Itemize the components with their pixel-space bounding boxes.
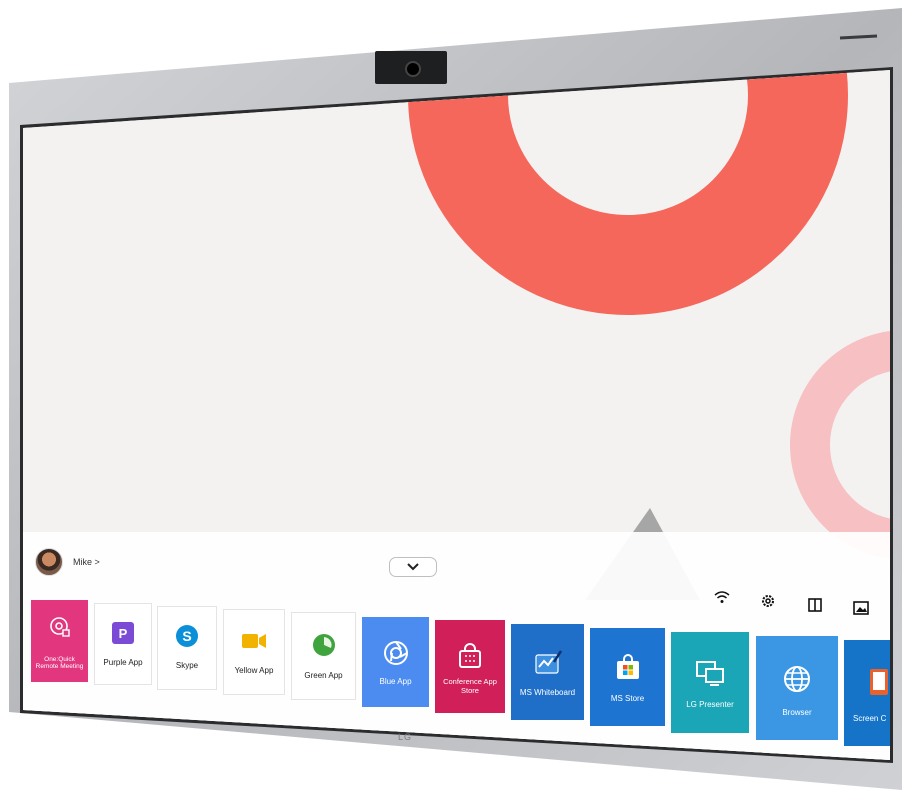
picture-button[interactable]	[852, 599, 870, 617]
bezel-brand-logo: LG	[398, 732, 413, 742]
wifi-icon	[714, 591, 730, 603]
blue-app-icon	[383, 641, 408, 665]
app-tile-purple[interactable]: P Purple App	[94, 603, 152, 685]
screen-share-icon	[870, 669, 888, 695]
globe-icon	[784, 666, 810, 692]
app-label: Browser	[782, 708, 812, 717]
picture-icon	[853, 601, 869, 615]
app-label: Conference App Store	[443, 677, 497, 695]
settings-button[interactable]	[759, 592, 777, 610]
expand-button[interactable]	[389, 557, 437, 577]
app-tile-ms-store[interactable]: MS Store	[590, 628, 665, 726]
app-label: MS Store	[610, 694, 645, 703]
app-tile-lg-presenter[interactable]: LG Presenter	[671, 632, 749, 733]
app-tile-ms-whiteboard[interactable]: MS Whiteboard	[511, 624, 584, 720]
purple-app-icon: P	[112, 622, 134, 644]
whiteboard-icon	[534, 650, 562, 674]
user-profile[interactable]: Mike >	[35, 548, 100, 576]
app-tile-conference-store[interactable]: Conference App Store	[435, 620, 505, 713]
user-name: Mike >	[73, 557, 100, 567]
webcam	[375, 51, 447, 84]
app-label: One:Quick Remote Meeting	[35, 656, 84, 671]
app-label: Purple App	[103, 658, 143, 667]
chevron-down-icon	[407, 563, 419, 571]
app-label: Blue App	[379, 677, 412, 686]
app-tile-skype[interactable]: S Skype	[157, 606, 217, 690]
app-tile-blue[interactable]: Blue App	[362, 617, 429, 707]
presenter-icon	[696, 661, 724, 686]
green-app-icon	[312, 634, 335, 656]
split-screen-icon	[808, 598, 822, 612]
yellow-app-icon	[242, 634, 266, 648]
app-label: Yellow App	[234, 666, 274, 675]
skype-icon: S	[176, 625, 198, 647]
app-label: LG Presenter	[686, 700, 734, 709]
split-screen-button[interactable]	[806, 596, 824, 614]
ms-store-icon	[616, 654, 639, 679]
settings-icon	[762, 595, 774, 607]
app-label: Green App	[304, 671, 343, 680]
app-tile-yellow[interactable]: Yellow App	[223, 609, 285, 695]
avatar	[35, 548, 63, 576]
wifi-button[interactable]	[713, 588, 731, 606]
app-tile-browser[interactable]: Browser	[756, 636, 838, 740]
app-tile-remote-meeting[interactable]: One:Quick Remote Meeting	[31, 600, 88, 682]
remote-meeting-icon	[49, 617, 70, 637]
app-tile-green[interactable]: Green App	[291, 612, 356, 700]
app-label: Skype	[175, 661, 199, 670]
app-label: MS Whiteboard	[519, 688, 576, 697]
store-bag-icon	[459, 643, 481, 668]
app-label: Screen C	[853, 714, 887, 723]
